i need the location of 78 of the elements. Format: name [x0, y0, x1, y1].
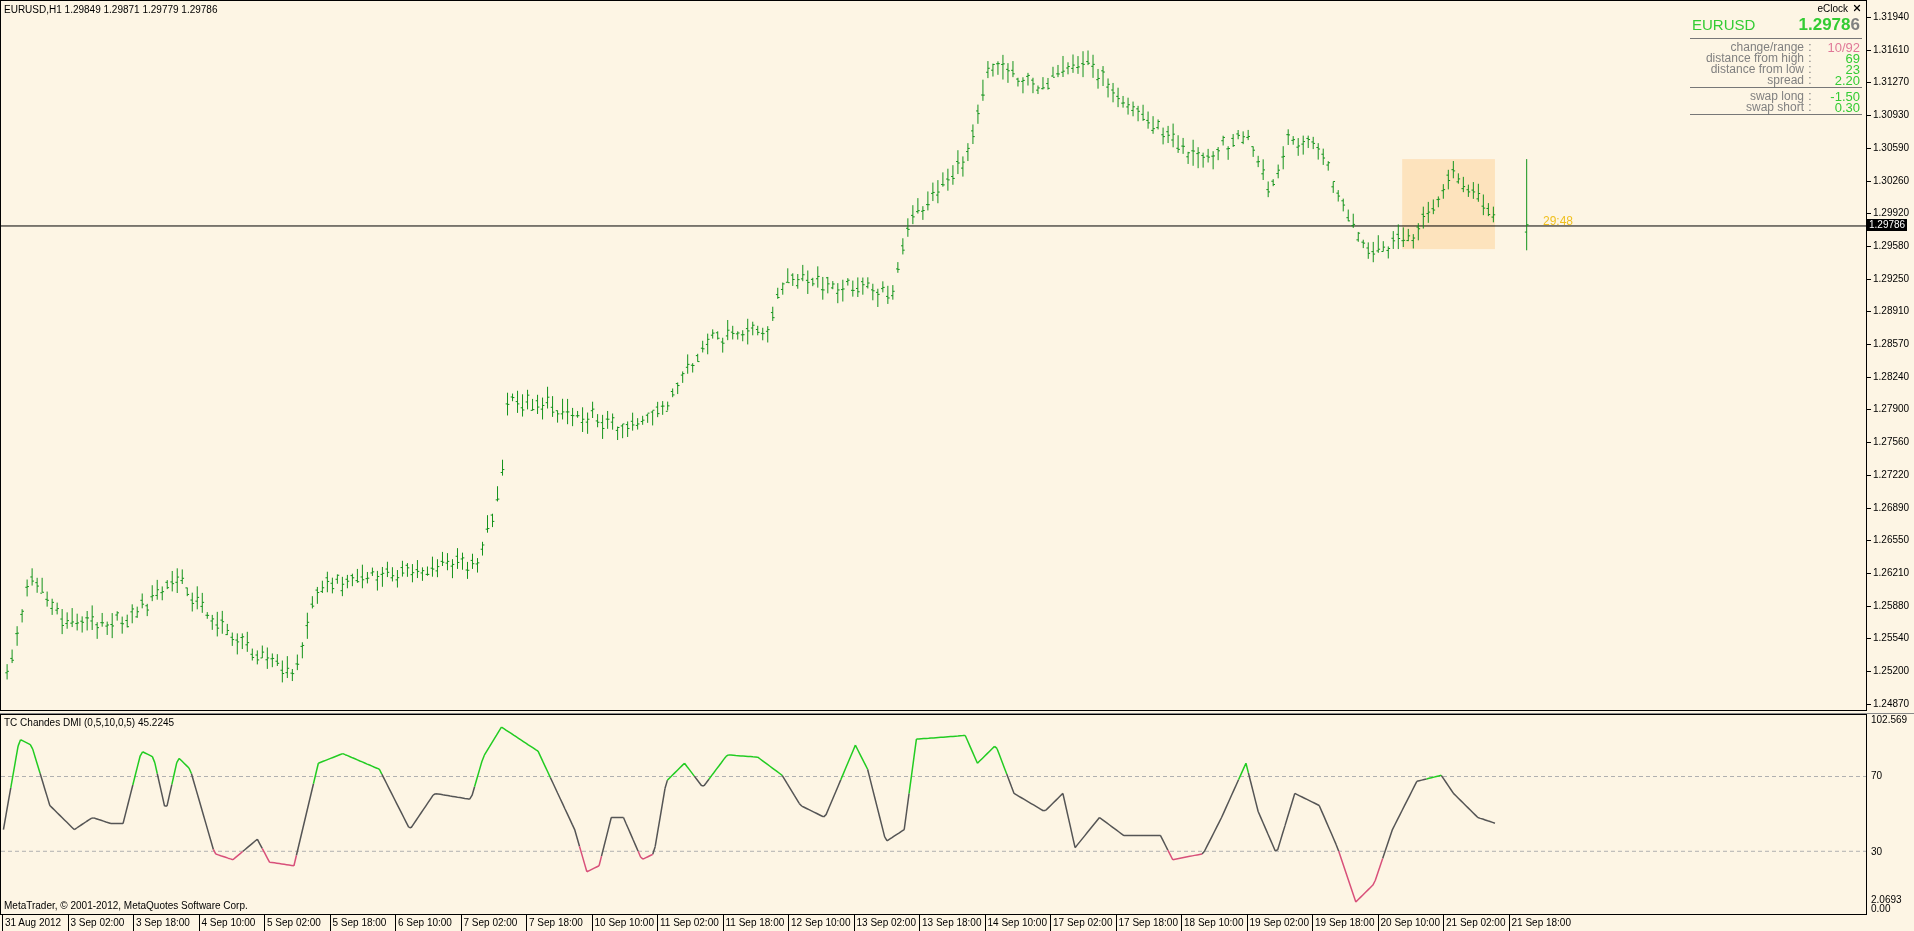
- stat-label: spread: [1766, 75, 1804, 86]
- time-axis-label: 6 Sep 10:00: [395, 915, 461, 931]
- time-axis-label: 20 Sep 10:00: [1377, 915, 1443, 931]
- indicator-axis-label: 2.0693: [1871, 894, 1902, 905]
- indicator-title: TC Chandes DMI (0,5,10,0,5) 45.2245: [4, 717, 175, 729]
- time-axis-label: 21 Sep 02:00: [1443, 915, 1509, 931]
- price-axis-label: 1.27560: [1873, 436, 1910, 449]
- time-axis-label: 11 Sep 02:00: [657, 915, 723, 931]
- time-axis-label: 18 Sep 10:00: [1181, 915, 1247, 931]
- stat-value: 23: [1845, 64, 1861, 75]
- time-axis-label: 12 Sep 10:00: [788, 915, 854, 931]
- price-axis-label: 1.30260: [1873, 174, 1910, 187]
- colon-separator: :: [1807, 91, 1813, 102]
- stat-label: swap long: [1748, 91, 1804, 102]
- time-axis-label: 13 Sep 18:00: [919, 915, 985, 931]
- price-axis-label: 1.28910: [1873, 305, 1910, 318]
- time-axis-label: 10 Sep 10:00: [591, 915, 657, 931]
- price-axis-label: 1.27900: [1873, 403, 1910, 416]
- indicator-axis-label: 30: [1871, 846, 1883, 858]
- time-axis-label: 14 Sep 10:00: [984, 915, 1050, 931]
- time-axis-label: 17 Sep 02:00: [1050, 915, 1116, 931]
- time-axis-label: 7 Sep 02:00: [460, 915, 526, 931]
- price-axis-label: 1.30590: [1873, 141, 1910, 154]
- price-axis-label: 1.29920: [1873, 207, 1910, 220]
- price-axis-label: 1.25540: [1873, 632, 1910, 645]
- chart-title: EURUSD,H1 1.29849 1.29871 1.29779 1.29786: [4, 4, 218, 16]
- symbol-name: EURUSD: [1692, 16, 1756, 33]
- price-axis-label: 1.29250: [1873, 272, 1910, 285]
- price-axis-label: 1.31940: [1873, 11, 1910, 23]
- panel-title: eClock: [1817, 2, 1848, 14]
- price-axis-label: 1.25200: [1873, 665, 1910, 677]
- time-axis-label: 19 Sep 18:00: [1312, 915, 1378, 931]
- stat-label: swap short: [1744, 102, 1804, 113]
- price-axis-label: 1.28570: [1873, 338, 1910, 350]
- time-axis-label: 11 Sep 18:00: [722, 915, 788, 931]
- time-axis-label: 3 Sep 02:00: [67, 915, 133, 931]
- price-axis-label: 1.29580: [1873, 239, 1910, 252]
- stat-value: 10/92: [1826, 42, 1861, 53]
- price-axis-label: 1.26550: [1873, 534, 1910, 547]
- time-axis-label: 21 Sep 18:00: [1508, 915, 1574, 931]
- time-axis-label: 19 Sep 02:00: [1246, 915, 1312, 931]
- time-axis-label: 5 Sep 02:00: [264, 915, 330, 931]
- close-icon[interactable]: [1852, 3, 1862, 13]
- colon-separator: :: [1807, 53, 1813, 64]
- time-axis-label: 4 Sep 10:00: [198, 915, 264, 931]
- colon-separator: :: [1807, 42, 1813, 53]
- price-axis-label: 1.25880: [1873, 599, 1910, 612]
- stat-label: distance from high: [1704, 53, 1804, 64]
- price-axis-label: 1.30930: [1873, 109, 1910, 122]
- stat-label: distance from low: [1709, 64, 1804, 75]
- stat-value: 69: [1845, 53, 1861, 64]
- colon-separator: :: [1807, 64, 1813, 75]
- price-axis-label: 1.27220: [1873, 468, 1910, 481]
- time-axis-label: 3 Sep 18:00: [133, 915, 199, 931]
- indicator-axis-label: 0.00: [1871, 903, 1891, 915]
- stat-value: 0.30: [1834, 102, 1861, 113]
- time-axis-label: 5 Sep 18:00: [329, 915, 395, 931]
- time-axis-label: 31 Aug 2012: [2, 915, 68, 931]
- price-axis-label: 1.24870: [1873, 697, 1910, 710]
- price-axis-label: 1.26890: [1873, 501, 1910, 514]
- current-price-label: 1.29786: [1867, 219, 1908, 231]
- price-axis-label: 1.26210: [1873, 566, 1910, 579]
- stat-label: change/range: [1730, 42, 1804, 53]
- colon-separator: :: [1807, 75, 1813, 86]
- time-axis-label: 13 Sep 02:00: [853, 915, 919, 931]
- time-axis-label: 7 Sep 18:00: [526, 915, 592, 931]
- time-axis-label: 17 Sep 18:00: [1115, 915, 1181, 931]
- symbol-price: 1.29786: [1798, 15, 1860, 35]
- price-axis-label: 1.28240: [1873, 370, 1910, 383]
- price-axis-label: 1.31610: [1873, 43, 1910, 56]
- bar-countdown: 29:48: [1543, 214, 1574, 228]
- stat-value: -1.50: [1829, 91, 1861, 102]
- stat-value: 2.20: [1833, 75, 1861, 86]
- indicator-axis-label: 70: [1871, 770, 1883, 782]
- copyright-text: MetaTrader, © 2001-2012, MetaQuotes Software Corp.: [4, 900, 248, 912]
- colon-separator: :: [1807, 102, 1813, 113]
- indicator-axis-label: 102.569: [1871, 714, 1908, 726]
- price-axis-label: 1.31270: [1873, 76, 1910, 89]
